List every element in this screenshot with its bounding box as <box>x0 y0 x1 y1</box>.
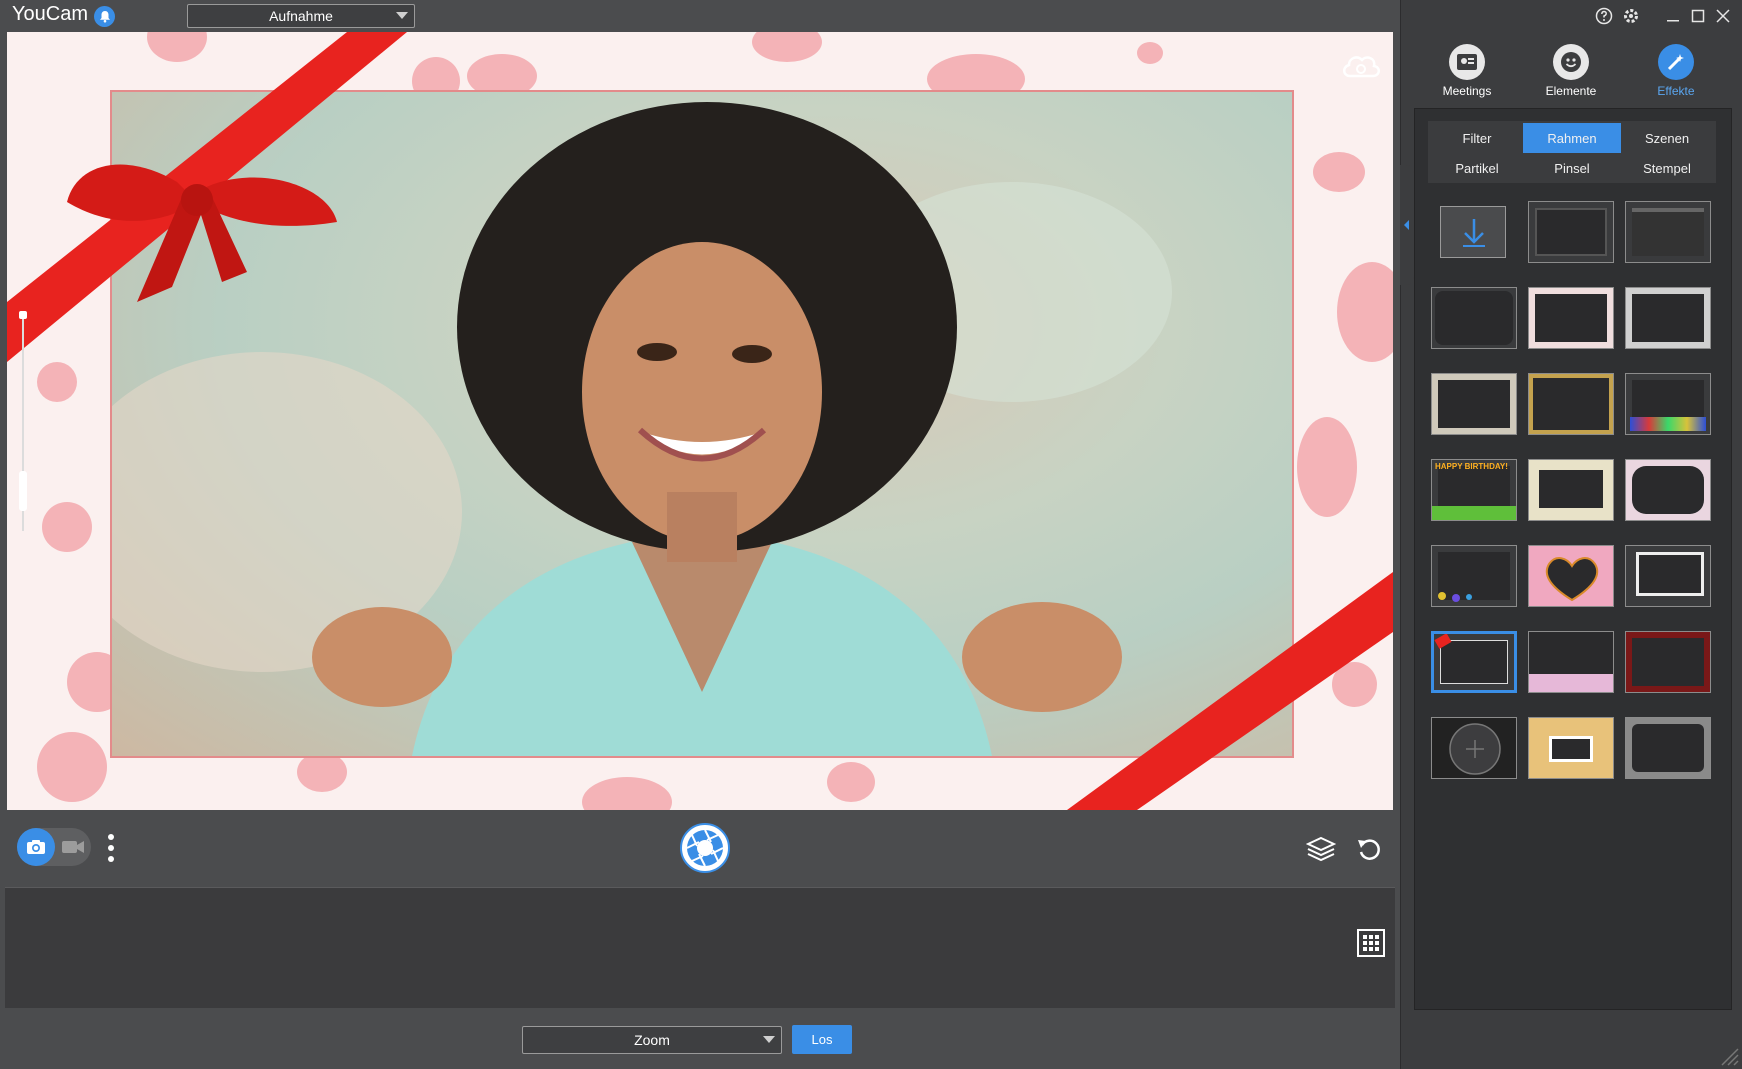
mode-select[interactable]: Aufnahme <box>187 4 415 28</box>
media-tray <box>5 887 1395 1008</box>
nav-meetings-label: Meetings <box>1442 84 1492 98</box>
nav-elements[interactable]: Elemente <box>1526 44 1616 104</box>
effect-tabs: Filter Rahmen Szenen Partikel Pinsel Ste… <box>1428 121 1716 183</box>
frame-thumb[interactable] <box>1528 287 1614 349</box>
frame-thumb[interactable] <box>1528 373 1614 435</box>
layers-icon[interactable] <box>1305 835 1337 863</box>
close-icon[interactable] <box>1713 6 1733 26</box>
meetings-icon <box>1449 44 1485 80</box>
nav-effects-label: Effekte <box>1657 84 1695 98</box>
tab-scenes[interactable]: Szenen <box>1618 123 1716 153</box>
nav-effects[interactable]: Effekte <box>1631 44 1721 104</box>
download-icon <box>1463 219 1485 247</box>
gifts-decor <box>1630 417 1706 431</box>
frame-thumb[interactable] <box>1431 717 1517 779</box>
frame-thumb[interactable] <box>1625 717 1711 779</box>
maximize-icon[interactable] <box>1688 6 1708 26</box>
video-icon[interactable] <box>60 838 86 856</box>
crosshair-icon <box>1449 723 1501 775</box>
more-options-icon[interactable] <box>104 832 118 866</box>
grass-decor <box>1432 506 1516 520</box>
shutter-button[interactable] <box>680 823 730 873</box>
frame-thumb-selected[interactable] <box>1431 631 1517 693</box>
birthday-caption: HAPPY BIRTHDAY! <box>1435 462 1508 471</box>
bell-icon[interactable] <box>94 6 115 27</box>
frame-thumb[interactable] <box>1625 459 1711 521</box>
heart-icon <box>1545 557 1599 602</box>
frame-thumb[interactable] <box>1625 631 1711 693</box>
chevron-down-icon <box>396 12 408 19</box>
camera-preview[interactable] <box>7 32 1393 810</box>
shutter-icon <box>686 829 724 867</box>
frame-thumb[interactable] <box>1625 545 1711 607</box>
minimize-icon[interactable] <box>1663 6 1683 26</box>
download-frames-button[interactable] <box>1440 206 1506 258</box>
frame-thumb[interactable] <box>1528 631 1614 693</box>
cloud-camera-icon[interactable] <box>1340 50 1382 80</box>
help-icon[interactable] <box>1594 6 1614 26</box>
meeting-app-select-value: Zoom <box>634 1032 670 1048</box>
app-title: YouCam <box>12 3 88 25</box>
bubble-decor <box>1438 592 1446 600</box>
tab-filter[interactable]: Filter <box>1428 123 1526 153</box>
frame-thumb[interactable] <box>1528 717 1614 779</box>
bubble-decor <box>1452 594 1460 602</box>
frame-thumb[interactable] <box>1431 545 1517 607</box>
tab-brush[interactable]: Pinsel <box>1523 153 1621 183</box>
tab-particles[interactable]: Partikel <box>1428 153 1526 183</box>
frame-thumb[interactable] <box>1431 287 1517 349</box>
bubble-decor <box>1466 594 1472 600</box>
ribbon-overlay <box>7 32 1393 810</box>
frame-thumb[interactable] <box>1625 373 1711 435</box>
frame-thumb[interactable] <box>1528 201 1614 263</box>
meeting-app-select[interactable]: Zoom <box>522 1026 782 1054</box>
camera-icon[interactable] <box>17 828 55 866</box>
frame-thumb[interactable] <box>1625 287 1711 349</box>
gear-icon[interactable] <box>1621 6 1641 26</box>
panel-collapse-handle[interactable] <box>1400 165 1414 285</box>
mode-select-value: Aufnahme <box>269 8 333 24</box>
tab-frames[interactable]: Rahmen <box>1523 123 1621 153</box>
go-button[interactable]: Los <box>792 1025 852 1054</box>
zoom-slider-handle[interactable] <box>19 471 27 511</box>
chevron-down-icon <box>763 1036 775 1043</box>
frame-thumb[interactable] <box>1431 373 1517 435</box>
frame-thumb[interactable] <box>1625 201 1711 263</box>
frame-thumb[interactable] <box>1528 545 1614 607</box>
resize-grip-icon[interactable] <box>1718 1045 1740 1067</box>
frame-thumb[interactable] <box>1528 459 1614 521</box>
elements-icon <box>1553 44 1589 80</box>
tab-stamp[interactable]: Stempel <box>1618 153 1716 183</box>
grid-icon[interactable] <box>1357 929 1385 957</box>
zoom-slider-top-cap <box>19 311 27 319</box>
zoom-slider[interactable] <box>19 311 27 531</box>
magic-wand-icon <box>1658 44 1694 80</box>
rotate-icon[interactable] <box>1356 836 1382 862</box>
frame-thumb[interactable]: HAPPY BIRTHDAY! <box>1431 459 1517 521</box>
nav-meetings[interactable]: Meetings <box>1422 44 1512 104</box>
nav-elements-label: Elemente <box>1545 84 1597 98</box>
